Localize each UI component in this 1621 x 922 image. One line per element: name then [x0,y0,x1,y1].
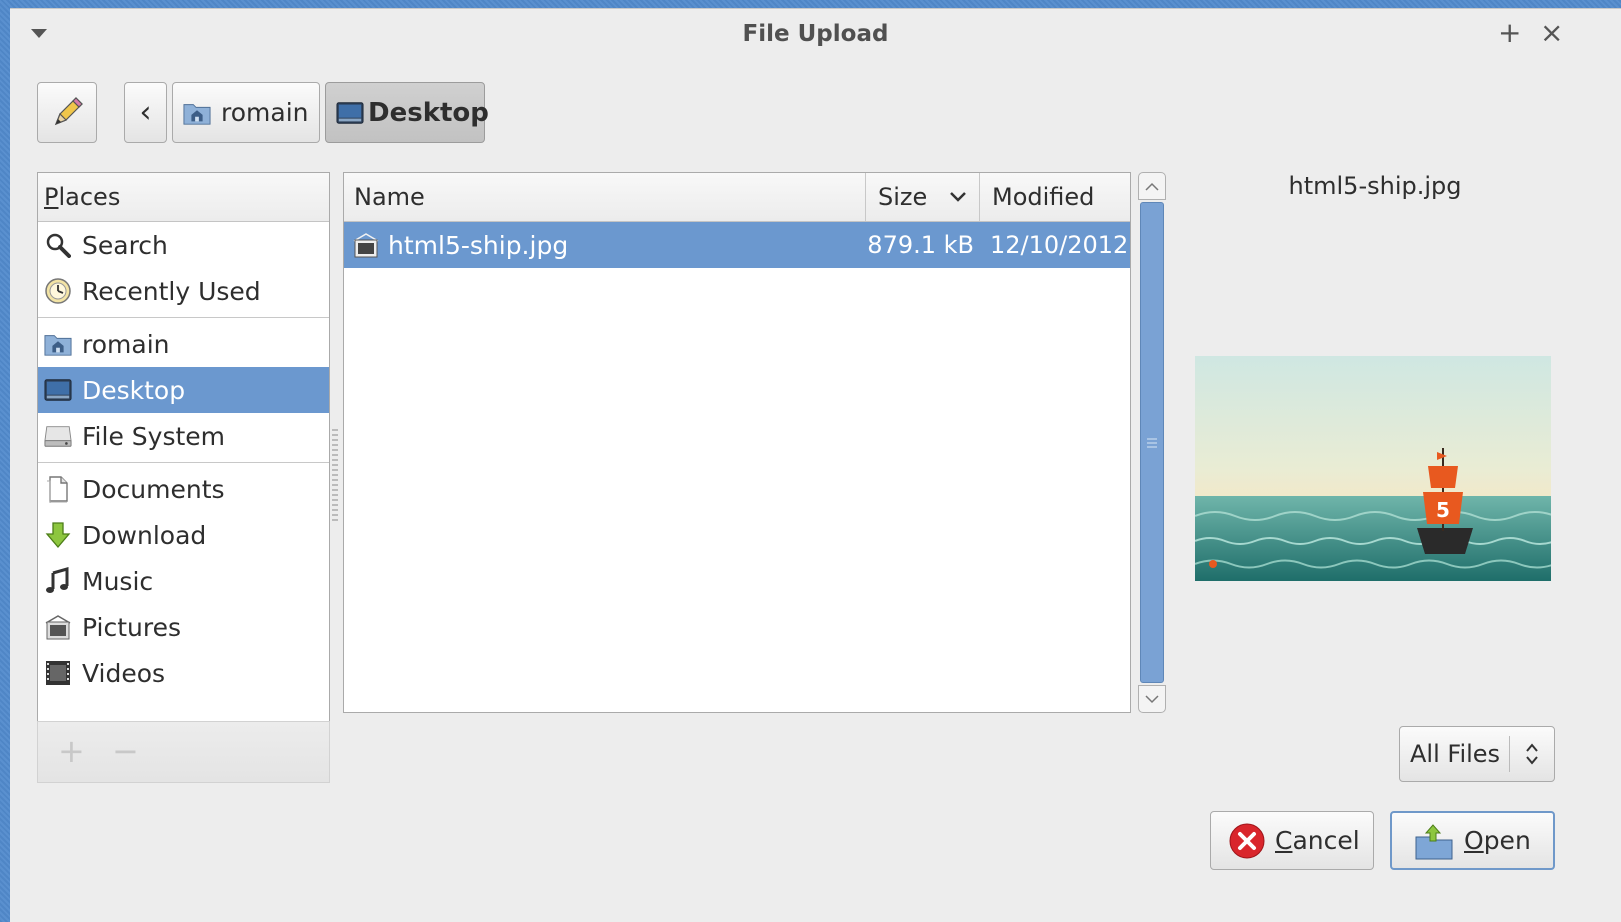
place-desktop[interactable]: Desktop [38,367,329,413]
home-folder-icon [183,99,211,127]
place-search[interactable]: Search [38,222,329,268]
chevron-up-icon [1145,182,1159,191]
cancel-button[interactable]: Cancel [1210,811,1374,870]
place-download[interactable]: Download [38,512,329,558]
preview-filename: html5-ship.jpg [1288,172,1462,200]
file-size-cell: 879.1 kB [867,231,974,259]
place-videos[interactable]: Videos [38,650,329,696]
places-header[interactable]: Places [38,173,329,222]
scroll-thumb[interactable] [1140,202,1164,683]
place-recently-used[interactable]: Recently Used [38,268,329,314]
place-romain[interactable]: romain [38,321,329,367]
image-file-icon [352,231,380,259]
video-icon [44,659,72,687]
desktop-icon [44,376,72,404]
bookmark-toolbar: + − [37,721,330,783]
path-back-button[interactable]: ‹ [124,82,167,143]
grip-icon [1147,438,1157,447]
column-name[interactable]: Name [344,173,866,221]
table-row[interactable]: html5-ship.jpg 879.1 kB 12/10/2012 [344,222,1130,268]
column-modified[interactable]: Modified [980,173,1130,221]
file-list: Name Size Modified html5-ship.jpg 879.1 … [343,172,1131,713]
add-bookmark-button[interactable]: + [58,732,85,770]
file-list-scrollbar[interactable] [1138,172,1166,713]
place-music[interactable]: Music [38,558,329,604]
path-crumb-desktop[interactable]: Desktop [325,82,489,143]
download-icon [44,521,72,549]
clock-icon [44,277,72,305]
drive-icon [44,422,72,450]
type-location-button[interactable] [37,82,97,143]
open-folder-icon [1414,821,1454,861]
html5-badge: 5 [1436,498,1450,522]
place-file-system[interactable]: File System [38,413,329,459]
window-title: File Upload [742,21,889,47]
open-button[interactable]: Open [1390,811,1555,870]
music-icon [44,567,72,595]
pane-splitter[interactable] [332,429,338,524]
file-modified-cell: 12/10/2012 [990,231,1129,259]
search-icon [44,231,72,259]
column-size[interactable]: Size [866,173,980,221]
preview-image: 5 [1195,356,1551,581]
places-separator [38,317,329,318]
file-name-cell: html5-ship.jpg [344,231,866,260]
places-separator [38,462,329,463]
file-list-header: Name Size Modified [344,173,1130,222]
path-crumb-romain[interactable]: romain [172,82,320,143]
desktop-icon [336,99,364,127]
maximize-button[interactable]: + [1498,19,1521,47]
title-bar: File Upload + × [10,9,1621,59]
scroll-up-button[interactable] [1138,172,1166,200]
updown-arrows-icon [1509,736,1554,772]
chevron-down-icon [950,192,966,202]
file-upload-dialog: File Upload + × ‹ romain Desktop P laces… [10,8,1621,922]
pencil-icon [54,96,83,125]
close-button[interactable]: × [1540,19,1563,47]
document-icon [44,475,72,503]
remove-bookmark-button[interactable]: − [112,732,139,770]
place-pictures[interactable]: Pictures [38,604,329,650]
cancel-icon [1229,823,1265,859]
chevron-down-icon [1145,694,1159,703]
place-documents[interactable]: Documents [38,466,329,512]
home-folder-icon [44,330,72,358]
scroll-down-button[interactable] [1138,685,1166,713]
places-sidebar: Places Search Recently Used romain Deskt… [37,172,330,722]
file-filter-combo[interactable]: All Files [1399,726,1555,782]
pictures-icon [44,613,72,641]
chevron-left-icon: ‹ [139,95,152,130]
